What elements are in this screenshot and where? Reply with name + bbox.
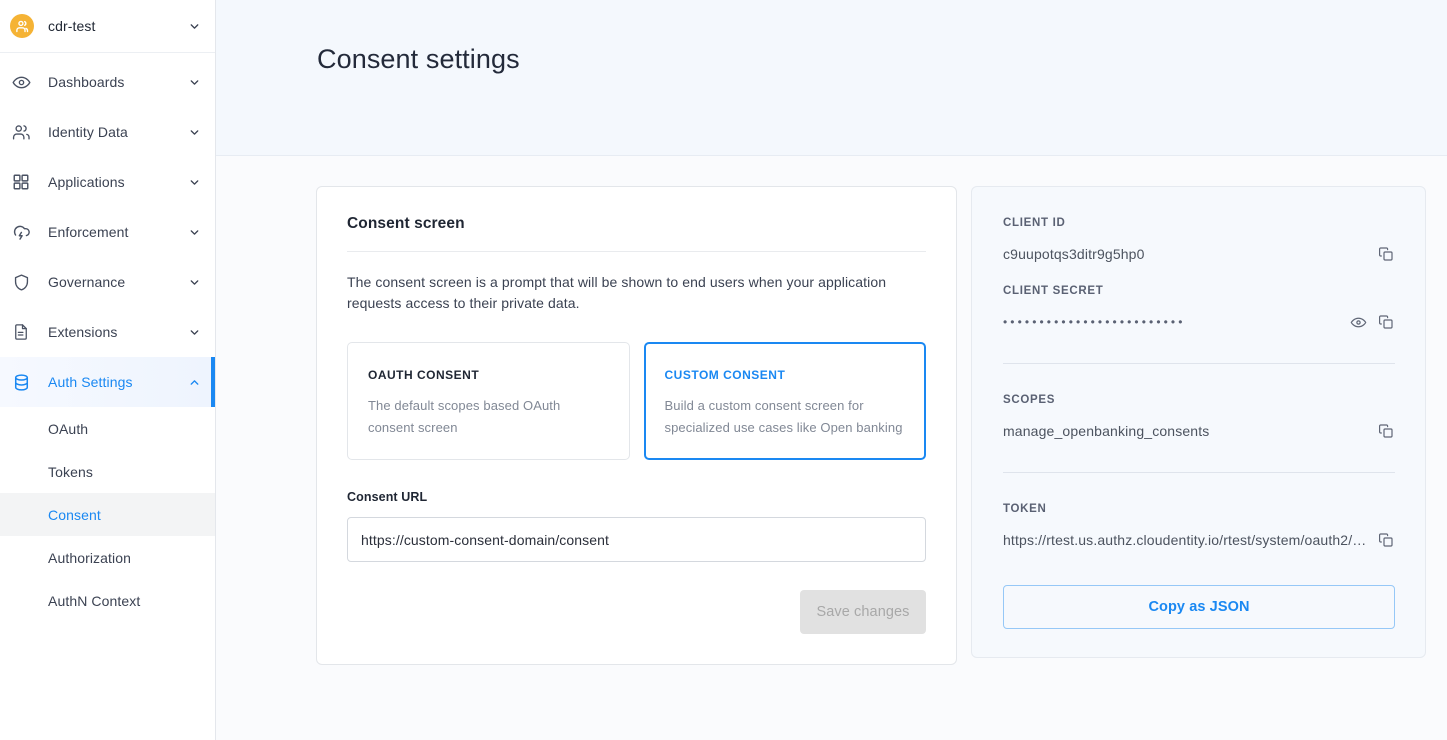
divider [1003, 472, 1395, 473]
option-description: Build a custom consent screen for specia… [664, 398, 903, 435]
consent-screen-card: Consent screen The consent screen is a p… [316, 186, 957, 665]
client-secret-value: ••••••••••••••••••••••••• [1003, 315, 1186, 329]
sidebar-item-auth-settings[interactable]: Auth Settings [0, 357, 215, 407]
copy-icon[interactable] [1377, 422, 1395, 440]
copy-icon[interactable] [1377, 245, 1395, 263]
sidebar-item-extensions[interactable]: Extensions [0, 307, 215, 357]
sidebar-subitem-authorization[interactable]: Authorization [0, 536, 215, 579]
eye-icon[interactable] [1349, 313, 1367, 331]
client-secret-label: CLIENT SECRET [1003, 285, 1104, 297]
sidebar-item-label: Auth Settings [48, 374, 133, 390]
sidebar-subitem-label: OAuth [48, 420, 89, 437]
sidebar-item-label: Governance [48, 274, 126, 290]
app-root: cdr-test Dashboards Identity Data Applic… [0, 0, 1447, 740]
chevron-down-icon[interactable] [187, 175, 201, 189]
option-label: CUSTOM CONSENT [664, 368, 786, 382]
sidebar-item-label: Enforcement [48, 224, 129, 240]
sidebar-subitem-consent[interactable]: Consent [0, 493, 215, 536]
card-title: Consent screen [347, 215, 465, 232]
page-title: Consent settings [317, 44, 520, 74]
token-value: https://rtest.us.authz.cloudentity.io/rt… [1003, 532, 1367, 548]
sidebar-subitem-oauth[interactable]: OAuth [0, 407, 215, 450]
consent-type-options: OAUTH CONSENT The default scopes based O… [347, 342, 926, 460]
consent-url-input[interactable] [347, 517, 926, 562]
chevron-down-icon[interactable] [187, 325, 201, 339]
people-avatar-icon [10, 14, 34, 38]
client-id-row: c9uupotqs3ditr9g5hp0 [1003, 245, 1395, 263]
token-row: https://rtest.us.authz.cloudentity.io/rt… [1003, 531, 1395, 549]
option-label: OAUTH CONSENT [368, 368, 480, 382]
chevron-down-icon[interactable] [187, 19, 201, 33]
token-block: TOKEN https://rtest.us.authz.cloudentity… [1003, 503, 1395, 549]
sidebar-nav: Dashboards Identity Data Applications En… [0, 53, 215, 622]
page-header: Consent settings [216, 0, 1447, 156]
cloud-lightning-icon [10, 221, 32, 243]
users-icon [10, 121, 32, 143]
content-area: Consent screen The consent screen is a p… [216, 156, 1447, 740]
token-label: TOKEN [1003, 503, 1047, 515]
card-actions: Save changes [347, 590, 926, 634]
file-text-icon [10, 321, 32, 343]
chevron-down-icon[interactable] [187, 75, 201, 89]
save-changes-button[interactable]: Save changes [800, 590, 926, 634]
chevron-down-icon[interactable] [187, 225, 201, 239]
sidebar-item-label: Dashboards [48, 74, 125, 90]
sidebar-subitem-label: AuthN Context [48, 592, 141, 609]
sidebar-item-dashboards[interactable]: Dashboards [0, 57, 215, 107]
client-secret-row: ••••••••••••••••••••••••• [1003, 313, 1395, 331]
sidebar-subitem-label: Tokens [48, 463, 93, 480]
card-description: The consent screen is a prompt that will… [347, 274, 887, 311]
org-name: cdr-test [48, 18, 96, 34]
client-credentials-panel: CLIENT ID c9uupotqs3ditr9g5hp0 CLIENT SE… [971, 186, 1426, 658]
sidebar-item-applications[interactable]: Applications [0, 157, 215, 207]
scopes-label: SCOPES [1003, 394, 1056, 406]
copy-as-json-button[interactable]: Copy as JSON [1003, 585, 1395, 629]
chevron-down-icon[interactable] [187, 125, 201, 139]
sidebar-item-label: Identity Data [48, 124, 128, 140]
sidebar-item-identity-data[interactable]: Identity Data [0, 107, 215, 157]
client-id-label: CLIENT ID [1003, 217, 1066, 229]
sidebar-subitem-label: Authorization [48, 549, 132, 566]
eye-icon [10, 71, 32, 93]
sidebar-item-label: Extensions [48, 324, 118, 340]
copy-icon[interactable] [1377, 313, 1395, 331]
sidebar-subitem-authn-context[interactable]: AuthN Context [0, 579, 215, 622]
sidebar-item-enforcement[interactable]: Enforcement [0, 207, 215, 257]
sidebar-subitem-tokens[interactable]: Tokens [0, 450, 215, 493]
copy-icon[interactable] [1377, 531, 1395, 549]
divider [1003, 363, 1395, 364]
option-oauth-consent[interactable]: OAUTH CONSENT The default scopes based O… [347, 342, 630, 460]
client-id-value: c9uupotqs3ditr9g5hp0 [1003, 246, 1145, 262]
grid-icon [10, 171, 32, 193]
divider [347, 251, 926, 252]
database-icon [10, 371, 32, 393]
main-area: Consent settings Consent screen The cons… [216, 0, 1447, 740]
sidebar-subitem-label: Consent [48, 506, 101, 523]
shield-icon [10, 271, 32, 293]
scopes-block: SCOPES manage_openbanking_consents [1003, 394, 1395, 440]
scopes-value: manage_openbanking_consents [1003, 423, 1210, 439]
sidebar-item-label: Applications [48, 174, 125, 190]
scopes-row: manage_openbanking_consents [1003, 422, 1395, 440]
consent-url-label: Consent URL [347, 490, 428, 504]
org-switcher[interactable]: cdr-test [0, 0, 215, 53]
chevron-up-icon[interactable] [187, 375, 201, 389]
sidebar: cdr-test Dashboards Identity Data Applic… [0, 0, 216, 740]
sidebar-item-governance[interactable]: Governance [0, 257, 215, 307]
option-description: The default scopes based OAuth consent s… [368, 398, 561, 435]
chevron-down-icon[interactable] [187, 275, 201, 289]
option-custom-consent[interactable]: CUSTOM CONSENT Build a custom consent sc… [643, 342, 926, 460]
